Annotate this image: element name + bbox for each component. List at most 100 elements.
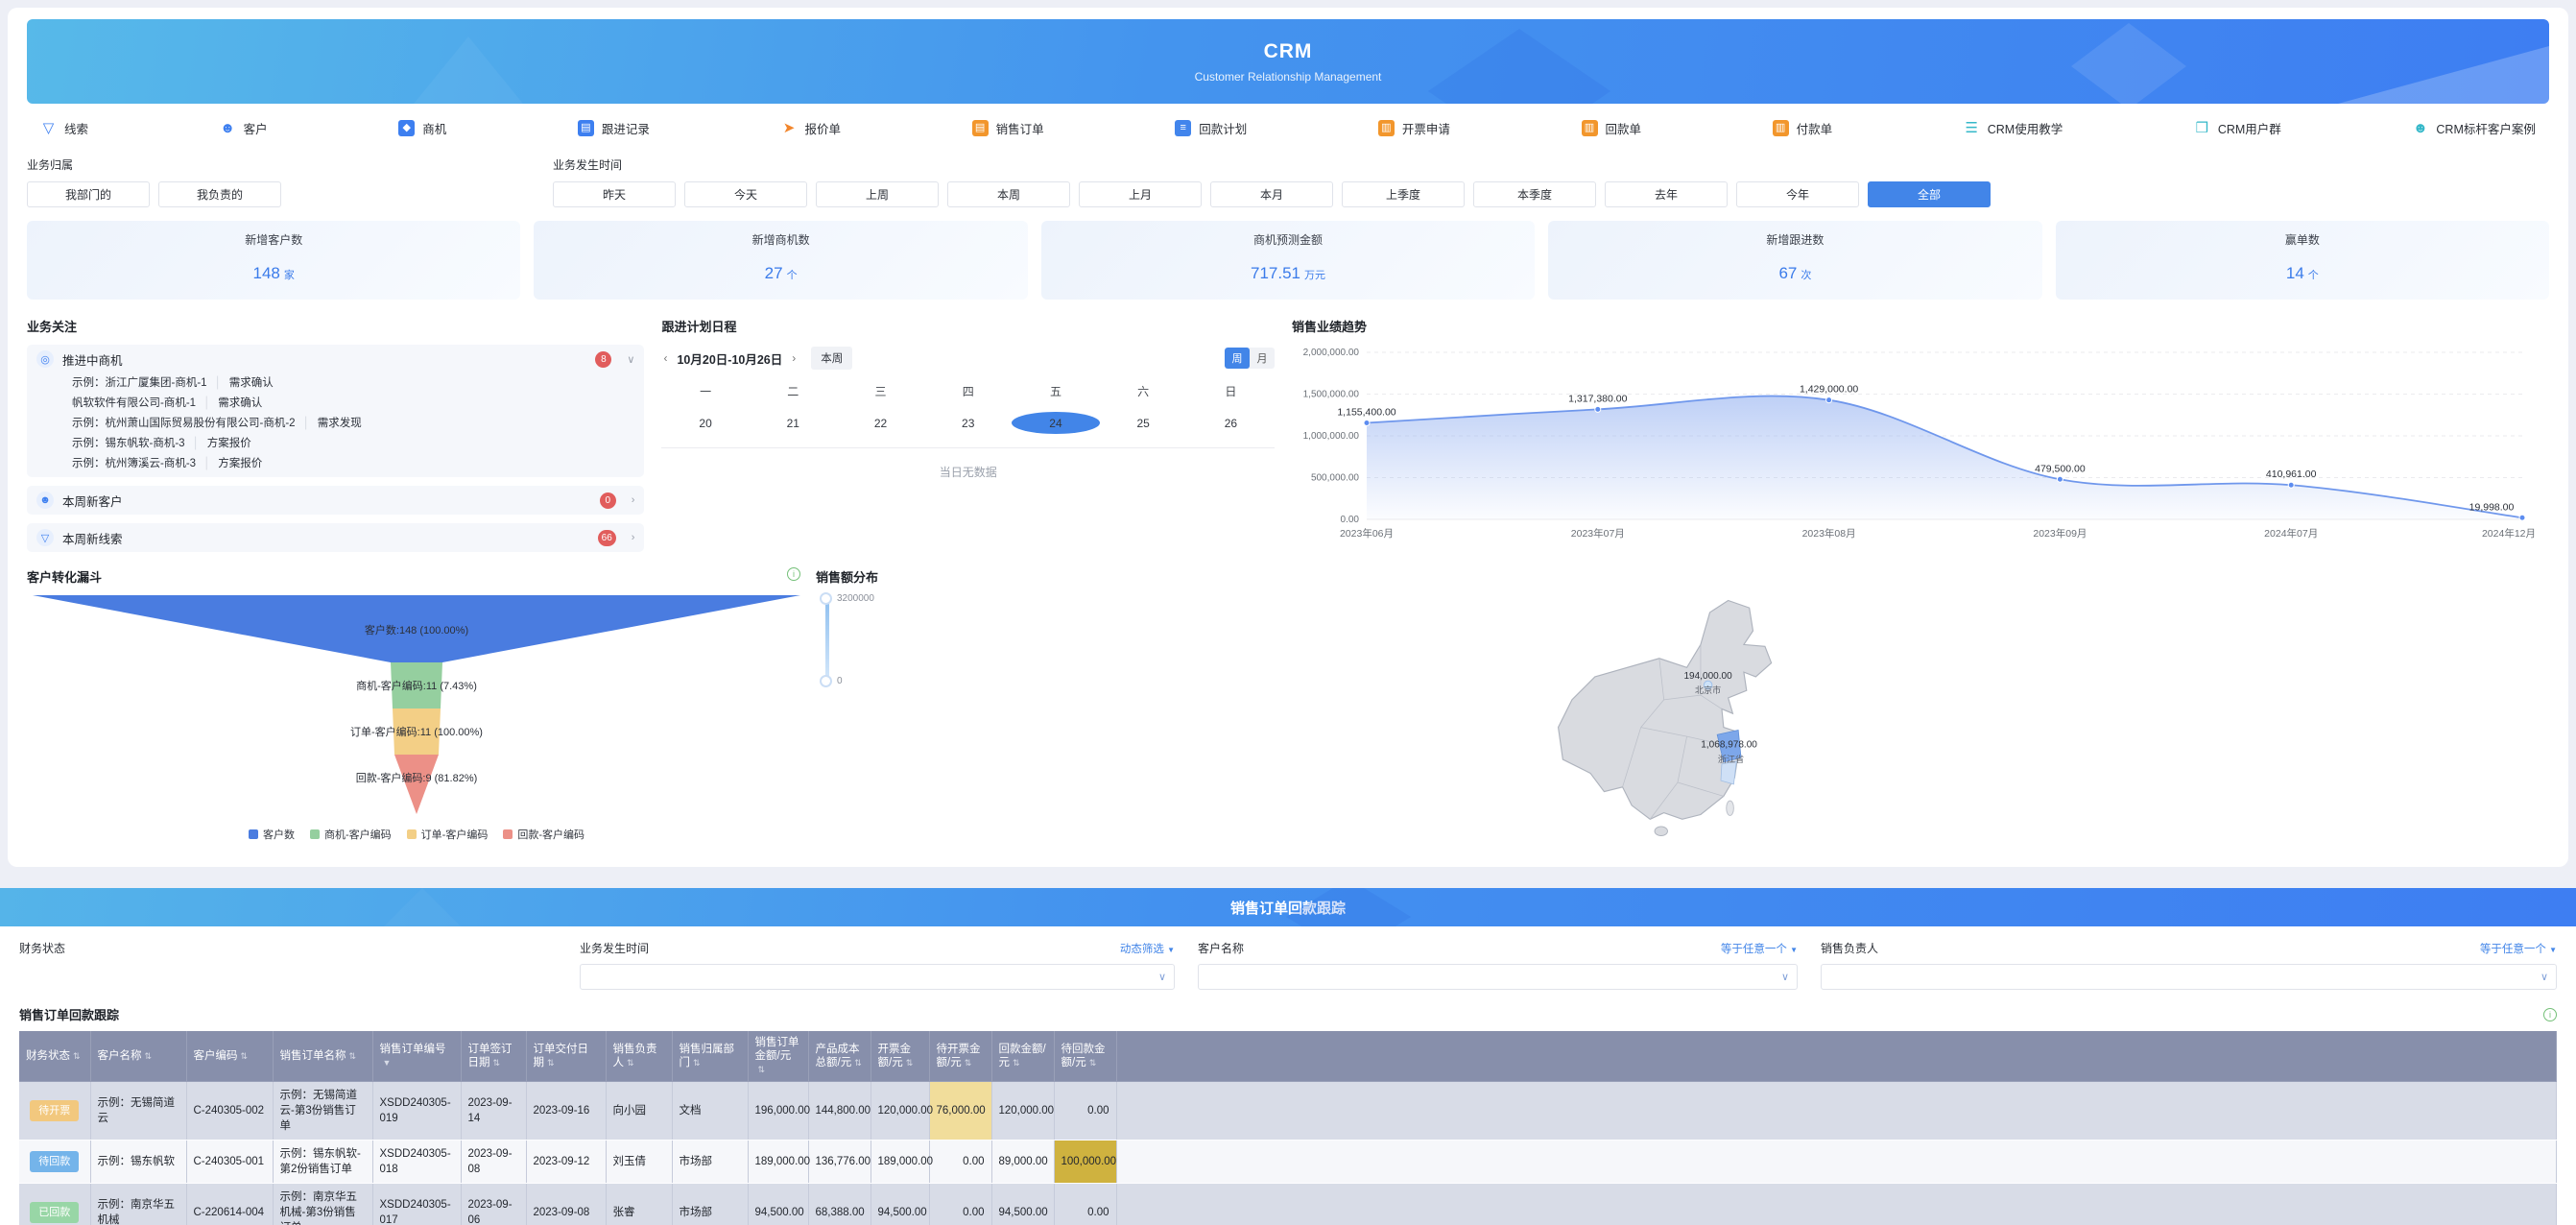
province-zhejiang[interactable] xyxy=(1721,761,1736,784)
china-outline[interactable] xyxy=(1559,600,1772,819)
focus-group-header[interactable]: ☻本周新客户0› xyxy=(36,486,634,515)
time-option-button[interactable]: 上月 xyxy=(1079,181,1202,207)
info-icon[interactable]: i xyxy=(2543,1008,2557,1021)
chevron-down-icon[interactable]: ∨ xyxy=(627,353,634,366)
column-header-received-amount[interactable]: 回款金额/元⇅ xyxy=(991,1031,1054,1082)
slider-handle-max[interactable] xyxy=(820,592,832,605)
column-header-invoiced-amount[interactable]: 开票金额/元⇅ xyxy=(871,1031,929,1082)
taiwan[interactable] xyxy=(1727,801,1734,815)
nav-item-crm-user-group[interactable]: ❒CRM用户群 xyxy=(2194,119,2281,137)
column-header-order-amount[interactable]: 销售订单金额/元⇅ xyxy=(748,1031,808,1082)
nav-item-leads[interactable]: ▽线索 xyxy=(40,119,88,137)
data-point[interactable] xyxy=(1595,406,1601,412)
sort-icon[interactable]: ⇅ xyxy=(627,1058,634,1068)
sort-desc-icon[interactable]: ▼ xyxy=(383,1058,392,1068)
sort-icon[interactable]: ⇅ xyxy=(145,1051,153,1061)
nav-item-follow-records[interactable]: ▤跟进记录 xyxy=(578,119,650,137)
legend-item[interactable]: 订单-客户编码 xyxy=(407,827,489,842)
sort-icon[interactable]: ⇅ xyxy=(1013,1058,1020,1068)
calendar-day[interactable]: 21 xyxy=(750,417,837,430)
column-header-sales-dept[interactable]: 销售归属部门⇅ xyxy=(672,1031,748,1082)
calendar-day-active[interactable]: 24 xyxy=(1012,412,1099,434)
column-header-customer-name[interactable]: 客户名称⇅ xyxy=(90,1031,186,1082)
data-point[interactable] xyxy=(2519,515,2525,520)
column-header-order-no[interactable]: 销售订单编号▼ xyxy=(372,1031,461,1082)
dynamic-filter-link[interactable]: 动态筛选 ▼ xyxy=(1120,941,1175,956)
month-toggle[interactable]: 月 xyxy=(1250,348,1275,369)
sort-icon[interactable]: ⇅ xyxy=(854,1058,862,1068)
nav-item-payment-plans[interactable]: ≡回款计划 xyxy=(1175,119,1247,137)
column-header-order-name[interactable]: 销售订单名称⇅ xyxy=(273,1031,372,1082)
column-header-cost-total[interactable]: 产品成本总额/元⇅ xyxy=(808,1031,871,1082)
nav-item-customers[interactable]: ☻客户 xyxy=(220,119,268,137)
time-option-button[interactable]: 去年 xyxy=(1605,181,1728,207)
table-row[interactable]: 待开票示例：无锡简道云C-240305-002示例：无锡简道云-第3份销售订单X… xyxy=(19,1082,2557,1141)
nav-item-sales-orders[interactable]: ▤销售订单 xyxy=(972,119,1044,137)
sort-icon[interactable]: ⇅ xyxy=(547,1058,555,1068)
nav-item-crm-cases[interactable]: ☻CRM标杆客户案例 xyxy=(2412,119,2535,137)
chevron-right-icon[interactable]: › xyxy=(632,494,635,506)
table-row[interactable]: 待回款示例：锡东帆软C-240305-001示例：锡东帆软-第2份销售订单XSD… xyxy=(19,1141,2557,1184)
time-option-button[interactable]: 昨天 xyxy=(553,181,676,207)
slider-handle-min[interactable] xyxy=(820,675,832,687)
nav-item-crm-teaching[interactable]: ☰CRM使用教学 xyxy=(1964,119,2063,137)
nav-item-receipts[interactable]: ▥回款单 xyxy=(1582,119,1642,137)
nav-item-payments[interactable]: ▥付款单 xyxy=(1773,119,1833,137)
hainan[interactable] xyxy=(1655,827,1667,836)
time-option-button[interactable]: 今天 xyxy=(684,181,807,207)
sort-icon[interactable]: ⇅ xyxy=(906,1058,914,1068)
data-point[interactable] xyxy=(2288,482,2294,488)
this-week-button[interactable]: 本周 xyxy=(811,347,852,370)
legend-item[interactable]: 客户数 xyxy=(249,827,295,842)
calendar-prev-icon[interactable]: ‹ xyxy=(661,351,669,365)
legend-item[interactable]: 回款-客户编码 xyxy=(503,827,584,842)
sort-icon[interactable]: ⇅ xyxy=(241,1051,249,1061)
focus-item[interactable]: 示例：杭州簿溪云-商机-3│方案报价 xyxy=(72,456,634,472)
column-header-to-invoice-amount[interactable]: 待开票金额/元⇅ xyxy=(929,1031,991,1082)
focus-item[interactable]: 示例：锡东帆软-商机-3│方案报价 xyxy=(72,436,634,452)
equals-any-link[interactable]: 等于任意一个 ▼ xyxy=(2480,941,2557,956)
time-option-button[interactable]: 上周 xyxy=(816,181,939,207)
column-header-to-receive-amount[interactable]: 待回款金额/元⇅ xyxy=(1054,1031,1116,1082)
column-header-sign-date[interactable]: 订单签订日期⇅ xyxy=(461,1031,526,1082)
calendar-day[interactable]: 26 xyxy=(1187,417,1275,430)
data-point[interactable] xyxy=(1826,397,1832,403)
column-header-customer-code[interactable]: 客户编码⇅ xyxy=(186,1031,273,1082)
column-header-sales-owner[interactable]: 销售负责人⇅ xyxy=(606,1031,672,1082)
focus-item[interactable]: 示例：浙江广厦集团-商机-1│需求确认 xyxy=(72,375,634,392)
time-select[interactable]: ∨ xyxy=(580,964,1175,990)
nav-item-quotes[interactable]: ➤报价单 xyxy=(781,119,842,137)
ownership-option-button[interactable]: 我负责的 xyxy=(158,181,281,207)
sort-icon[interactable]: ⇅ xyxy=(693,1058,701,1068)
equals-any-link[interactable]: 等于任意一个 ▼ xyxy=(1721,941,1798,956)
funnel-stage-payments[interactable] xyxy=(394,755,439,814)
column-header-finance-status[interactable]: 财务状态⇅ xyxy=(19,1031,90,1082)
focus-group-header[interactable]: ▽本周新线索66› xyxy=(36,523,634,552)
sort-icon[interactable]: ⇅ xyxy=(758,1065,766,1074)
sort-icon[interactable]: ⇅ xyxy=(73,1051,81,1061)
calendar-day[interactable]: 25 xyxy=(1100,417,1187,430)
nav-item-opportunities[interactable]: ◆商机 xyxy=(398,119,446,137)
focus-group-header[interactable]: ◎推进中商机8∨ xyxy=(36,345,634,373)
calendar-next-icon[interactable]: › xyxy=(790,351,798,365)
info-icon[interactable]: i xyxy=(787,567,800,581)
customer-select[interactable]: ∨ xyxy=(1198,964,1798,990)
time-option-button[interactable]: 上季度 xyxy=(1342,181,1465,207)
sort-icon[interactable]: ⇅ xyxy=(349,1051,357,1061)
week-toggle[interactable]: 周 xyxy=(1225,348,1250,369)
legend-item[interactable]: 商机-客户编码 xyxy=(310,827,392,842)
nav-item-invoice-apply[interactable]: ▥开票申请 xyxy=(1378,119,1450,137)
slider-track[interactable] xyxy=(825,598,829,681)
column-header-deliver-date[interactable]: 订单交付日期⇅ xyxy=(526,1031,606,1082)
time-option-button[interactable]: 今年 xyxy=(1736,181,1859,207)
time-option-button[interactable]: 本季度 xyxy=(1473,181,1596,207)
calendar-day[interactable]: 22 xyxy=(837,417,924,430)
sort-icon[interactable]: ⇅ xyxy=(1089,1058,1097,1068)
table-row[interactable]: 已回款示例：南京华五机械C-220614-004示例：南京华五机械-第3份销售订… xyxy=(19,1184,2557,1225)
chevron-right-icon[interactable]: › xyxy=(632,532,635,543)
calendar-day[interactable]: 20 xyxy=(661,417,749,430)
time-option-button[interactable]: 本周 xyxy=(947,181,1070,207)
data-point[interactable] xyxy=(2057,476,2063,482)
calendar-day[interactable]: 23 xyxy=(924,417,1012,430)
focus-item[interactable]: 示例：杭州萧山国际贸易股份有限公司-商机-2│需求发现 xyxy=(72,416,634,432)
